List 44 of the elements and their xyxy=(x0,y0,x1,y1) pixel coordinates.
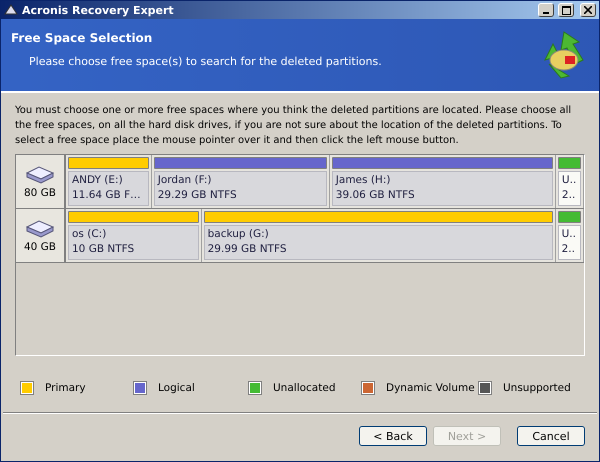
partition-block[interactable]: U.. 2.. xyxy=(558,225,581,260)
hard-disk-icon xyxy=(25,164,55,184)
instruction-text: You must choose one or more free spaces where you think the deleted partitions are located. Please choose all the free spaces, on all the hard disk drives, if you are not sure about the location of the deleted partitions. To select a free space place the mouse pointer over it and then click the left mouse button. xyxy=(15,104,572,148)
partition-name: Jordan (F:) xyxy=(158,173,212,188)
minimize-button[interactable] xyxy=(538,3,554,17)
page-title: Free Space Selection xyxy=(11,31,154,45)
close-icon xyxy=(584,6,592,14)
partition-detail: 29.29 GB NTFS xyxy=(158,188,238,203)
maximize-icon xyxy=(562,6,570,14)
partition-block[interactable]: ANDY (E:) 11.64 GB F… xyxy=(68,171,149,206)
legend-label: Unsupported xyxy=(503,382,571,394)
disk-header[interactable]: 40 GB xyxy=(16,209,66,262)
partition-block[interactable]: U.. 2.. xyxy=(558,171,581,206)
partition-detail: 10 GB NTFS xyxy=(72,242,136,257)
disk-size: 40 GB xyxy=(24,240,56,252)
app-icon xyxy=(4,4,18,16)
partition-detail: 29.99 GB NTFS xyxy=(208,242,288,257)
partition-detail: 2.. xyxy=(562,188,576,203)
legend-label: Primary xyxy=(45,382,86,394)
close-button[interactable] xyxy=(580,3,596,17)
partition-detail: 11.64 GB F… xyxy=(72,188,142,203)
partition-block[interactable]: backup (G:) 29.99 GB NTFS xyxy=(204,225,553,260)
partition-block[interactable]: os (C:) 10 GB NTFS xyxy=(68,225,199,260)
legend-label: Unallocated xyxy=(273,382,336,394)
partition-name: backup (G:) xyxy=(208,227,270,242)
wizard-button[interactable]: Cancel xyxy=(517,426,585,446)
partition-detail: 2.. xyxy=(562,242,576,257)
wizard-button[interactable]: < Back xyxy=(359,426,427,446)
partition-block[interactable]: James (H:) 39.06 GB NTFS xyxy=(332,171,553,206)
partition-name: James (H:) xyxy=(336,173,392,188)
maximize-button[interactable] xyxy=(558,3,574,17)
page-subtitle: Please choose free space(s) to search for the deleted partitions. xyxy=(29,55,383,68)
hard-disk-icon xyxy=(25,218,55,238)
legend-label: Dynamic Volume xyxy=(386,382,475,394)
window-title: Acronis Recovery Expert xyxy=(22,4,175,16)
partition-detail: 39.06 GB NTFS xyxy=(336,188,416,203)
disk-size: 80 GB xyxy=(24,186,56,198)
partition-name: ANDY (E:) xyxy=(72,173,124,188)
partition-name: U.. xyxy=(562,227,577,242)
partition-block[interactable]: Jordan (F:) 29.29 GB NTFS xyxy=(154,171,327,206)
partition-name: U.. xyxy=(562,173,577,188)
partition-name: os (C:) xyxy=(72,227,108,242)
disk-header[interactable]: 80 GB xyxy=(16,155,66,208)
legend-label: Logical xyxy=(158,382,195,394)
